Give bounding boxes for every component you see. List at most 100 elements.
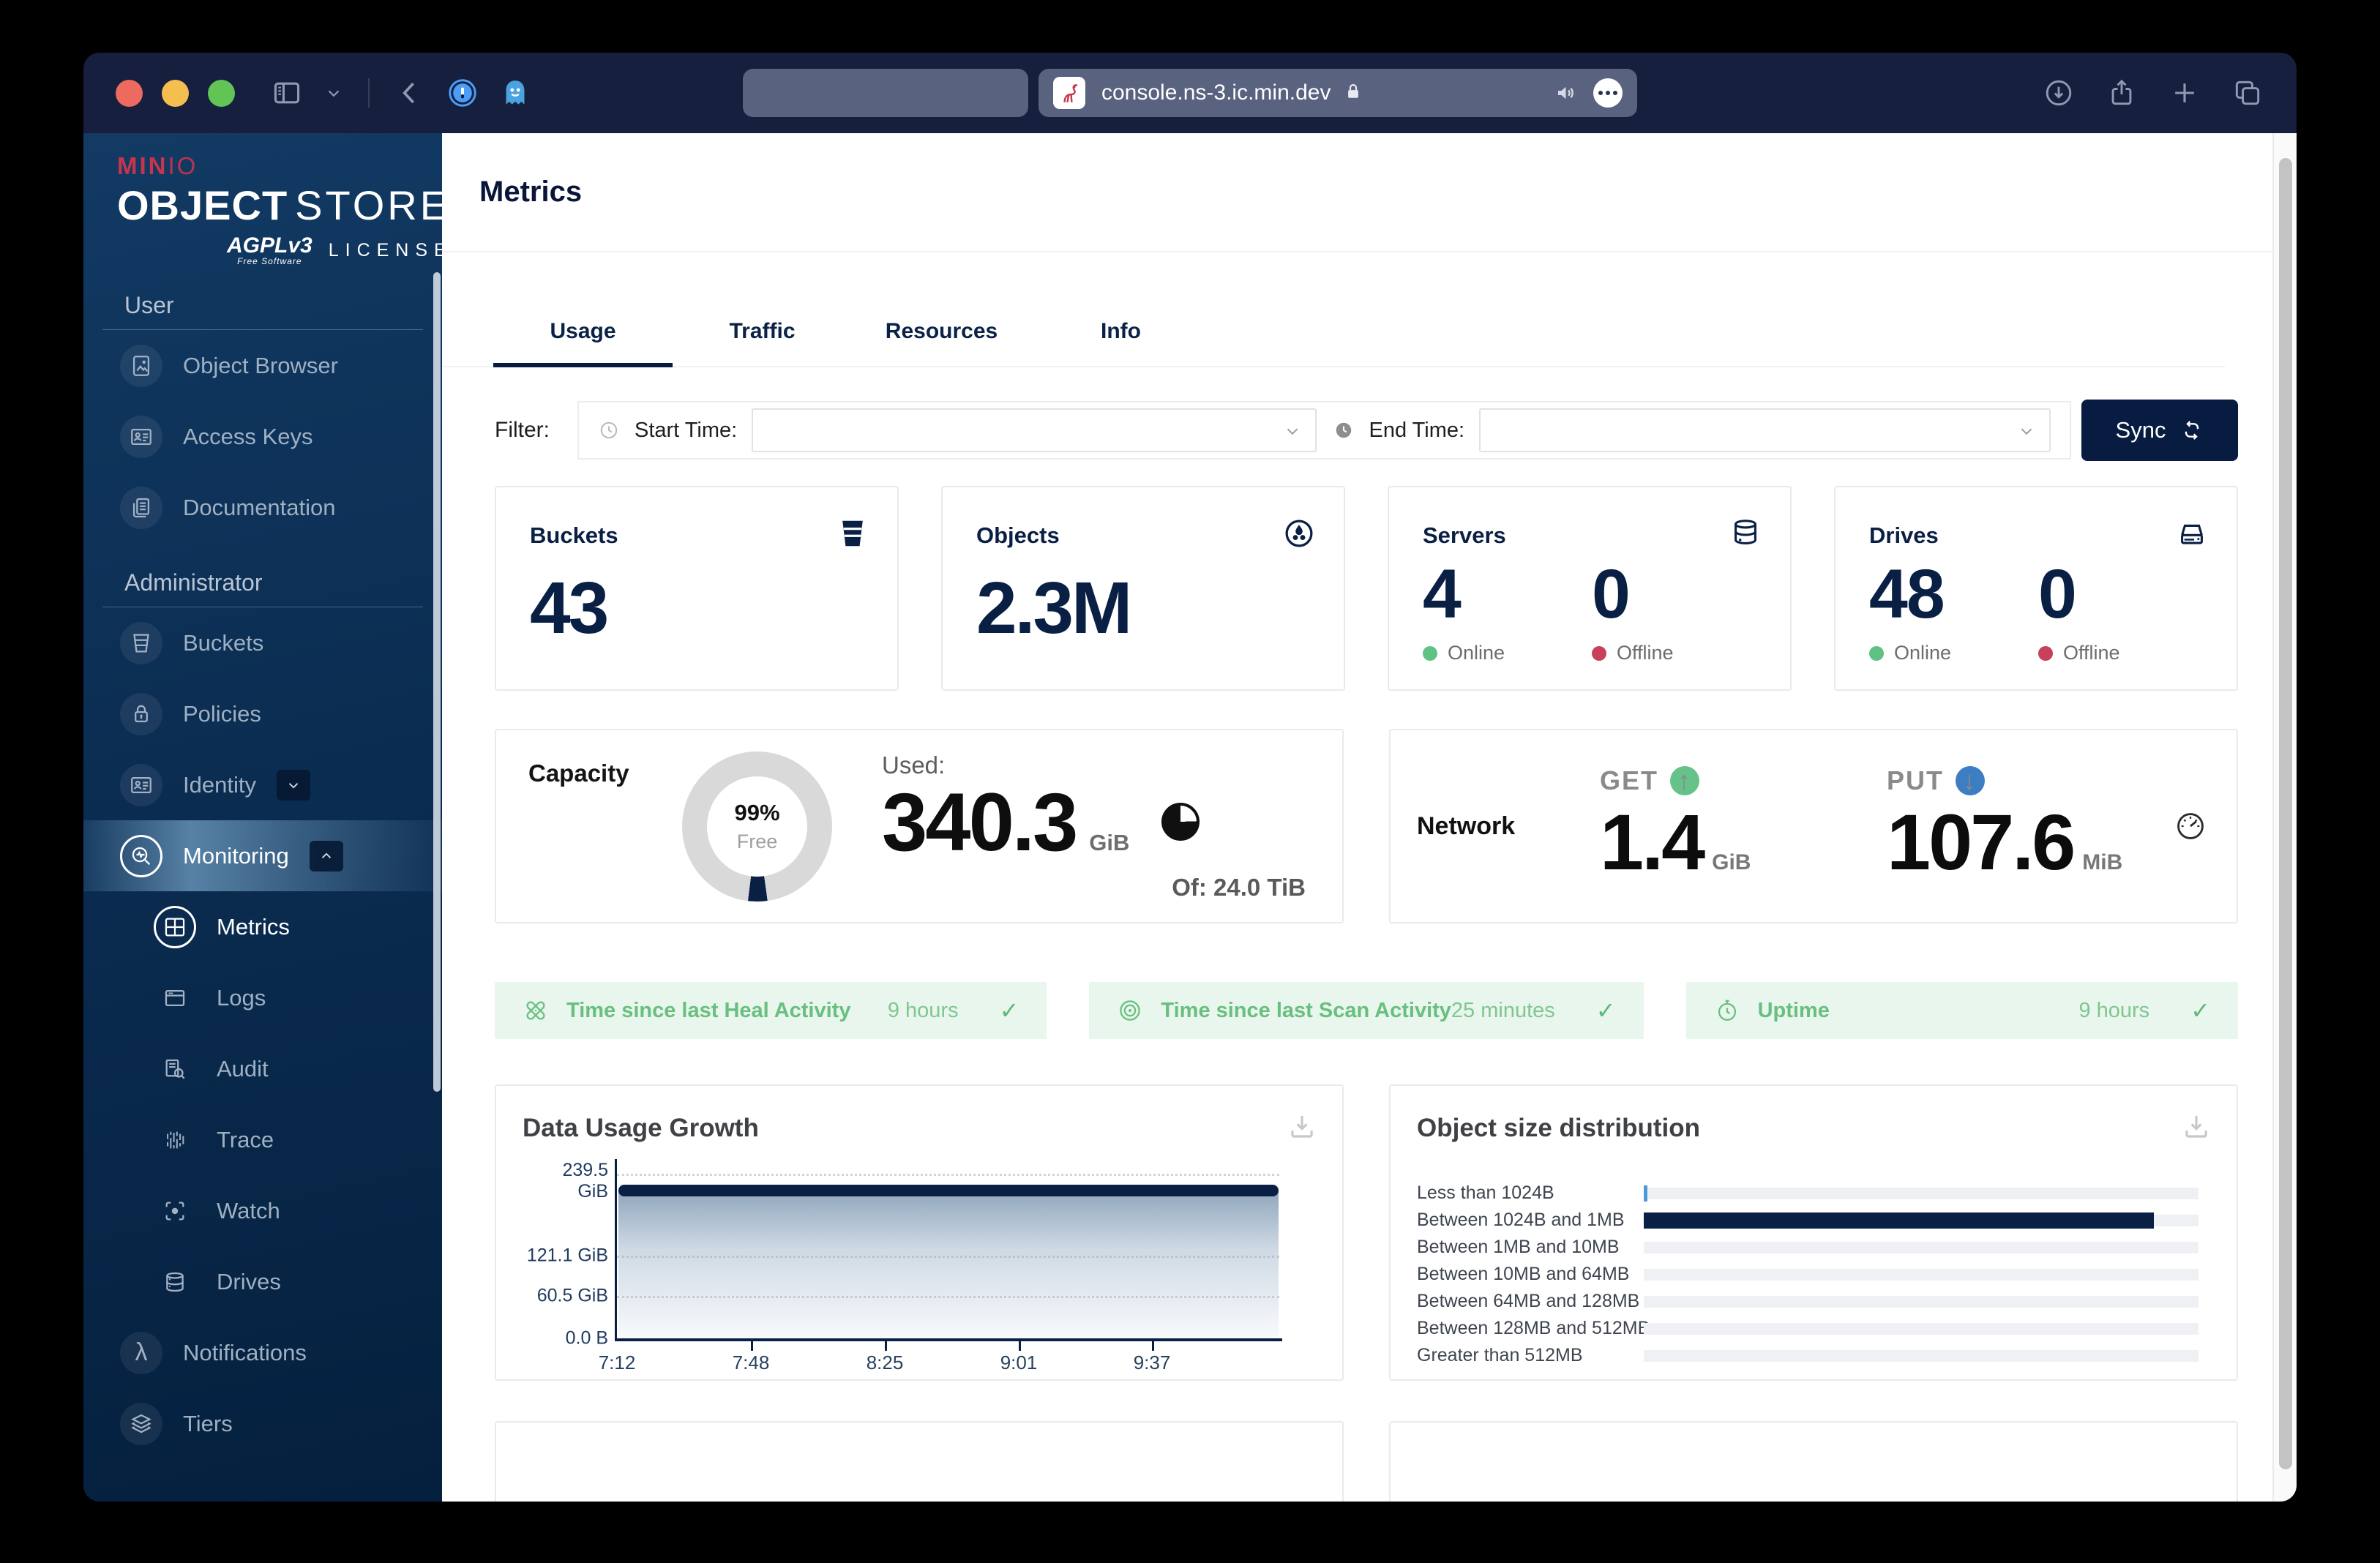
tab-resources[interactable]: Resources [852, 287, 1031, 366]
sidebar-item-label: Object Browser [183, 352, 338, 378]
chrome-divider [368, 78, 370, 108]
capacity-total-label: Of: 24.0 TiB [1172, 873, 1306, 901]
metrics-icon [154, 905, 196, 948]
sidebar-scrollbar[interactable] [433, 272, 441, 1092]
chevron-down-icon[interactable] [276, 769, 310, 801]
chevron-up-icon[interactable] [309, 840, 343, 872]
offline-dot [1592, 645, 1606, 661]
sidebar-item-audit[interactable]: Audit [83, 1033, 442, 1104]
download-chart-icon[interactable] [2181, 1111, 2212, 1142]
close-window-button[interactable] [116, 79, 143, 107]
sidebar-item-notifications[interactable]: λ Notifications [83, 1317, 442, 1388]
tab-overview-icon[interactable] [2231, 76, 2264, 110]
objects-count: 2.3M [976, 567, 1132, 649]
buckets-icon [120, 621, 162, 664]
sidebar-item-buckets[interactable]: Buckets [83, 607, 442, 678]
onepassword-extension-icon[interactable] [446, 76, 479, 110]
lock-icon [1342, 80, 1364, 106]
chevron-down-icon [2021, 428, 2032, 435]
tab-traffic[interactable]: Traffic [673, 287, 852, 366]
audit-icon [154, 1048, 196, 1090]
sidebar-item-policies[interactable]: Policies [83, 678, 442, 749]
drives-online-count: 48 [1869, 555, 1945, 633]
servers-card: Servers 4 Online 0 Offline [1388, 486, 1792, 691]
browser-chrome: console.ns-3.ic.min.dev [83, 53, 2297, 133]
scan-icon [1120, 1000, 1141, 1021]
dist-row-track [1644, 1241, 2198, 1253]
downloads-icon[interactable] [2042, 76, 2076, 110]
x-tick: 8:25 [866, 1352, 904, 1373]
bottom-left-card [495, 1421, 1344, 1502]
object-size-distribution-rows: Less than 1024B Between 1024B and 1MB Be… [1417, 1180, 2198, 1369]
start-time-select[interactable] [752, 408, 1317, 452]
heal-icon [526, 1001, 545, 1020]
sidebar-item-trace[interactable]: Trace [83, 1104, 442, 1175]
metrics-tabs: Usage Traffic Resources Info [442, 287, 2225, 367]
sidebar-item-label: Trace [217, 1126, 274, 1152]
network-get-column: GET ↑ 1.4 GiB [1600, 765, 1887, 888]
ghostery-extension-icon[interactable] [498, 76, 532, 110]
sidebar-item-label: Identity [183, 771, 256, 798]
sidebar-item-tiers[interactable]: Tiers [83, 1388, 442, 1459]
download-chart-icon[interactable] [1287, 1111, 1317, 1142]
check-icon: ✓ [999, 997, 1019, 1024]
minimize-window-button[interactable] [162, 79, 189, 107]
sidebar-item-identity[interactable]: Identity [83, 749, 442, 820]
sync-button[interactable]: Sync [2081, 400, 2238, 461]
sidebar-item-object-browser[interactable]: Object Browser [83, 330, 442, 401]
share-icon[interactable] [2105, 76, 2138, 110]
x-tick: 7:48 [732, 1352, 770, 1373]
new-tab-icon[interactable] [2168, 76, 2201, 110]
get-label: GET [1600, 765, 1659, 795]
back-button[interactable] [393, 76, 427, 110]
minio-brand-text: MINIO [117, 152, 198, 179]
sync-icon [2185, 421, 2199, 440]
zoom-window-button[interactable] [208, 79, 235, 107]
sidebar-item-watch[interactable]: Watch [83, 1175, 442, 1246]
put-down-arrow-icon: ↓ [1956, 765, 1985, 795]
sidebar-chevron-icon[interactable] [323, 76, 345, 110]
page-scrollbar-track[interactable] [2272, 133, 2297, 1502]
end-time-group: End Time: [1333, 408, 2051, 452]
dist-row-label: Greater than 512MB [1417, 1345, 1583, 1365]
end-time-select[interactable] [1479, 408, 2051, 452]
scan-activity-bar: Time since last Scan Activity 25 minutes… [1089, 982, 1644, 1039]
dist-row-label: Between 1MB and 10MB [1417, 1237, 1620, 1257]
drives-icon [154, 1261, 196, 1303]
dist-row-label: Between 128MB and 512MB [1417, 1318, 1650, 1338]
heal-label: Time since last Heal Activity [566, 998, 851, 1022]
clock-icon [600, 421, 618, 439]
online-label: Online [1894, 642, 1952, 664]
sidebar-item-metrics[interactable]: Metrics [83, 891, 442, 962]
sidebar-toggle-icon[interactable] [270, 76, 304, 110]
sidebar-item-logs[interactable]: Logs [83, 962, 442, 1033]
get-up-arrow-icon: ↑ [1670, 765, 1700, 795]
tab-info[interactable]: Info [1031, 287, 1210, 366]
documentation-icon [120, 486, 162, 529]
page-settings-icon[interactable] [1593, 78, 1623, 108]
dist-row: Greater than 512MB [1417, 1342, 2198, 1369]
sidebar-item-monitoring[interactable]: Monitoring [83, 820, 442, 891]
drives-card-title: Drives [1869, 522, 1939, 548]
sidebar-item-access-keys[interactable]: Access Keys [83, 401, 442, 472]
url-text[interactable]: console.ns-3.ic.min.dev [1101, 80, 1331, 105]
site-favicon-flamingo-icon [1053, 77, 1085, 109]
drives-offline-count: 0 [2038, 555, 2077, 633]
check-icon: ✓ [2190, 997, 2210, 1024]
notifications-icon: λ [120, 1331, 162, 1374]
license-label: LICENSE [328, 239, 442, 260]
filter-row: Filter: Start Time: End Time: Sync [495, 400, 2238, 461]
network-card: Network GET ↑ 1.4 GiB PUT ↓ 107.6 MiB [1389, 729, 2238, 923]
tab-usage[interactable]: Usage [493, 287, 673, 367]
page-title: Metrics [479, 176, 583, 208]
sidebar-item-drives[interactable]: Drives [83, 1246, 442, 1317]
status-bars-row: Time since last Heal Activity 9 hours ✓ … [495, 982, 2238, 1039]
offline-label: Offline [1617, 642, 1674, 664]
buckets-card-title: Buckets [530, 522, 618, 548]
url-bar[interactable]: console.ns-3.ic.min.dev [1039, 69, 1637, 117]
sidebar-item-documentation[interactable]: Documentation [83, 472, 442, 543]
bottom-cards-row [495, 1421, 2238, 1502]
mute-speaker-icon[interactable] [1554, 80, 1580, 106]
page-scrollbar-thumb[interactable] [2279, 158, 2292, 1469]
sidebar-item-label: Access Keys [183, 423, 313, 449]
